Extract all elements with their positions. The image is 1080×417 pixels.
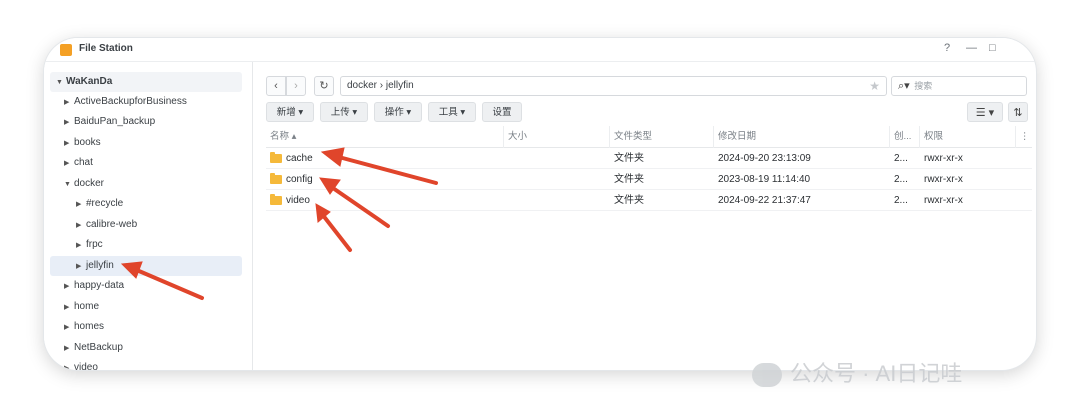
title-bar: File Station ? — □: [44, 38, 1036, 62]
table-row[interactable]: video 文件夹 2024-09-22 21:37:47 2... rwxr-…: [266, 190, 1032, 211]
file-size: [504, 148, 508, 169]
forward-icon[interactable]: ›: [286, 76, 306, 96]
file-modified: 2024-09-20 23:13:09: [718, 153, 811, 164]
caret-right-icon: ▶: [64, 160, 70, 167]
caret-down-icon: ▼: [56, 79, 63, 86]
caret-down-icon: ▼: [64, 181, 71, 188]
tree-item-docker[interactable]: ▼ docker: [64, 174, 104, 194]
column-permission[interactable]: 权限: [920, 126, 1016, 148]
file-name: cache: [286, 153, 313, 164]
file-created: 2...: [894, 195, 908, 206]
table-row[interactable]: config 文件夹 2023-08-19 11:14:40 2... rwxr…: [266, 169, 1032, 190]
caret-right-icon: ▶: [64, 283, 70, 290]
watermark: 公众号 · AI日记哇: [752, 356, 962, 392]
file-permission: rwxr-xr-x: [924, 153, 963, 164]
folder-tree: ▼ WaKanDa ▶ ActiveBackupforBusiness ▶ Baidu…: [44, 62, 253, 370]
tree-item[interactable]: ▶ homes: [64, 317, 104, 337]
search-input[interactable]: ⌕▾ 搜索: [891, 76, 1027, 96]
file-station-window: File Station ? — □ ▼ WaKanDa ▶ ActiveBacku…: [44, 38, 1036, 370]
file-permission: rwxr-xr-x: [924, 195, 963, 206]
file-size: [504, 169, 508, 190]
search-icon: ⌕▾: [898, 80, 910, 92]
caret-right-icon: ▶: [64, 345, 70, 352]
file-name: video: [286, 195, 310, 206]
table-row[interactable]: cache 文件夹 2024-09-20 23:13:09 2... rwxr-…: [266, 148, 1032, 169]
tree-root-wakanda[interactable]: ▼ WaKanDa: [50, 72, 242, 92]
search-placeholder: 搜索: [914, 81, 933, 91]
column-modified[interactable]: 修改日期: [714, 126, 890, 148]
caret-right-icon: ▶: [76, 201, 82, 208]
caret-right-icon: ▶: [76, 263, 82, 270]
caret-right-icon: ▶: [76, 242, 82, 249]
column-created[interactable]: 创...: [890, 126, 920, 148]
upload-button[interactable]: 上传 ▾: [320, 102, 368, 122]
table-header: 名称 ▴ 大小 文件类型 修改日期 创... 权限 ⋮: [266, 126, 1032, 148]
refresh-icon[interactable]: ↻: [314, 76, 334, 96]
file-created: 2...: [894, 174, 908, 185]
file-type: 文件夹: [614, 195, 644, 206]
caret-right-icon: ▶: [64, 365, 70, 370]
folder-icon: [270, 152, 282, 163]
file-created: 2...: [894, 153, 908, 164]
file-modified: 2023-08-19 11:14:40: [718, 174, 811, 185]
caret-right-icon: ▶: [64, 99, 70, 106]
folder-icon: [270, 173, 282, 184]
file-station-icon: [60, 44, 72, 56]
file-permission: rwxr-xr-x: [924, 174, 963, 185]
caret-right-icon: ▶: [64, 119, 70, 126]
wechat-icon: [752, 363, 782, 388]
path-bar[interactable]: docker › jellyfin ★: [340, 76, 887, 96]
file-modified: 2024-09-22 21:37:47: [718, 195, 811, 206]
breadcrumb: docker › jellyfin: [347, 80, 414, 91]
tree-item[interactable]: ▶ #recycle: [76, 194, 123, 214]
caret-right-icon: ▶: [76, 222, 82, 229]
action-button[interactable]: 操作 ▾: [374, 102, 422, 122]
caret-right-icon: ▶: [64, 324, 70, 331]
column-name[interactable]: 名称 ▴: [266, 126, 504, 148]
file-size: [504, 190, 508, 211]
help-icon[interactable]: ?: [944, 42, 950, 54]
new-button[interactable]: 新增 ▾: [266, 102, 314, 122]
window-title: File Station: [79, 43, 133, 54]
column-size[interactable]: 大小: [504, 126, 610, 148]
settings-button[interactable]: 设置: [482, 102, 522, 122]
column-options-icon[interactable]: ⋮: [1016, 126, 1032, 148]
file-browser: ‹ › ↻ docker › jellyfin ★ ⌕▾ 搜索 新增 ▾ 上传 …: [254, 62, 1036, 370]
caret-right-icon: ▶: [64, 140, 70, 147]
tree-item[interactable]: ▶ happy-data: [64, 276, 124, 296]
tree-item-jellyfin-selected[interactable]: ▶ jellyfin: [50, 256, 242, 276]
tree-item[interactable]: ▶ video: [64, 358, 98, 370]
maximize-icon[interactable]: □: [989, 42, 996, 54]
tree-item[interactable]: ▶ ActiveBackupforBusiness: [64, 92, 187, 112]
caret-right-icon: ▶: [64, 304, 70, 311]
back-icon[interactable]: ‹: [266, 76, 286, 96]
tree-item[interactable]: ▶ books: [64, 133, 101, 153]
tree-item[interactable]: ▶ NetBackup: [64, 338, 123, 358]
tree-item[interactable]: ▶ BaiduPan_backup: [64, 112, 155, 132]
watermark-text: 公众号 · AI日记哇: [790, 361, 963, 386]
tree-item[interactable]: ▶ home: [64, 297, 99, 317]
list-view-icon[interactable]: ☰ ▾: [967, 102, 1003, 122]
file-name: config: [286, 174, 313, 185]
tree-item[interactable]: ▶ frpc: [76, 235, 103, 255]
minimize-icon[interactable]: —: [966, 42, 977, 54]
tree-item[interactable]: ▶ calibre-web: [76, 215, 137, 235]
tree-item[interactable]: ▶ chat: [64, 153, 93, 173]
tools-button[interactable]: 工具 ▾: [428, 102, 476, 122]
file-type: 文件夹: [614, 174, 644, 185]
file-type: 文件夹: [614, 153, 644, 164]
folder-icon: [270, 194, 282, 205]
sort-icon[interactable]: ⇅: [1008, 102, 1028, 122]
column-type[interactable]: 文件类型: [610, 126, 714, 148]
star-icon[interactable]: ★: [869, 77, 880, 95]
